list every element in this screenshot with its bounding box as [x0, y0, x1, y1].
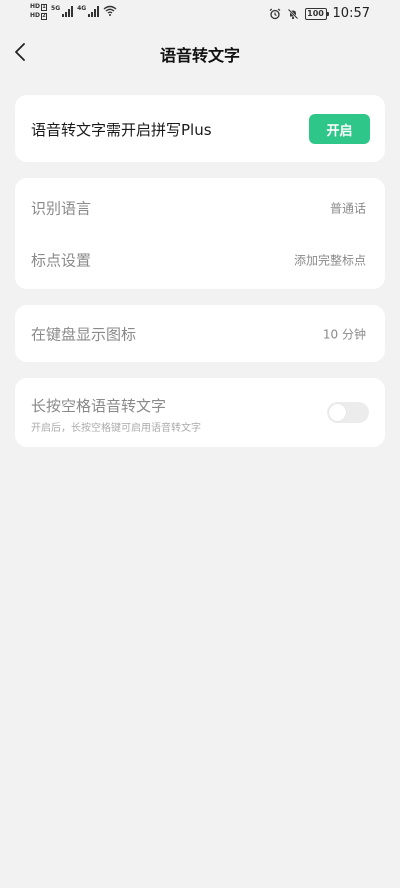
status-bar: HD 1 HD 2 5G 4G 100 10:57 [0, 0, 400, 28]
hd-icon: HD 1 [30, 3, 48, 11]
long-press-toggle[interactable] [327, 402, 369, 423]
signal-icon: 4G [77, 5, 100, 17]
enable-plus-button[interactable]: 开启 [309, 114, 370, 144]
keyboard-icon-card: 在键盘显示图标 10 分钟 [15, 305, 385, 362]
hd-icon: HD 2 [30, 12, 48, 20]
punctuation-setting-label: 标点设置 [31, 251, 92, 270]
recognition-settings-card: 识别语言 普通话 标点设置 添加完整标点 [15, 178, 385, 289]
clock: 10:57 [332, 6, 370, 21]
long-press-label: 长按空格语音转文字 [31, 397, 167, 415]
keyboard-icon-duration: 10 分钟 [322, 327, 366, 342]
status-right: 100 10:57 [269, 6, 370, 21]
hd-indicators: HD 1 HD 2 [30, 3, 48, 20]
nav-bar: 语音转文字 [0, 28, 400, 78]
punctuation-setting-row[interactable]: 标点设置 添加完整标点 [15, 235, 385, 285]
recognition-language-value: 普通话 [329, 201, 366, 216]
toggle-knob [329, 404, 346, 421]
status-left: HD 1 HD 2 5G 4G [30, 3, 117, 20]
battery-icon: 100 [304, 7, 329, 20]
mute-bell-icon [287, 8, 298, 19]
alarm-icon [269, 8, 280, 19]
signal-icon: 5G [51, 5, 74, 17]
recognition-language-label: 识别语言 [31, 199, 92, 218]
plus-requirement-text: 语音转文字需开启拼写Plus [31, 121, 212, 139]
long-press-card: 长按空格语音转文字 开启后，长按空格键可启用语音转文字 [15, 378, 385, 447]
keyboard-icon-label: 在键盘显示图标 [31, 325, 137, 344]
long-press-description: 开启后，长按空格键可启用语音转文字 [31, 423, 201, 434]
page-title: 语音转文字 [159, 46, 240, 65]
keyboard-icon-row[interactable]: 在键盘显示图标 10 分钟 [15, 309, 385, 359]
plus-card: 语音转文字需开启拼写Plus 开启 [15, 95, 385, 162]
wifi-icon [103, 5, 117, 16]
recognition-language-row[interactable]: 识别语言 普通话 [15, 183, 385, 233]
punctuation-setting-value: 添加完整标点 [293, 253, 366, 268]
